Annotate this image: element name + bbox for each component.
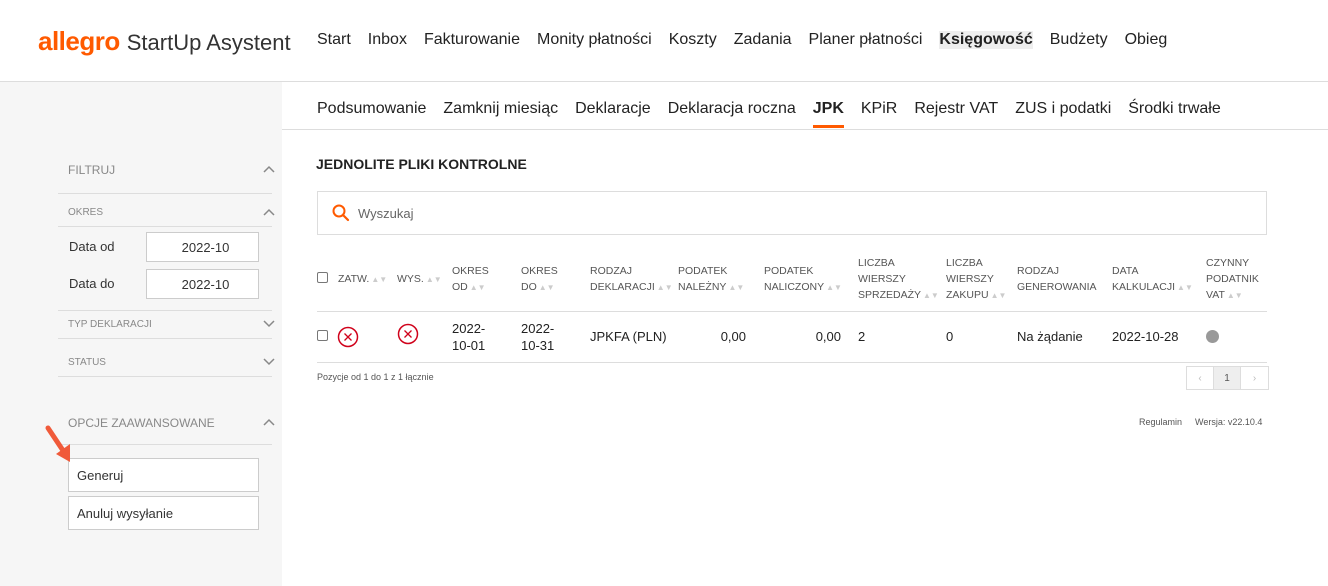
date-from-label: Data od (69, 239, 115, 254)
filter-section-header[interactable]: FILTRUJ (68, 163, 275, 177)
page-title: JEDNOLITE PLIKI KONTROLNE (316, 156, 527, 172)
date-from-input[interactable]: 2022-10 (146, 232, 259, 262)
divider (58, 338, 272, 339)
period-title: OKRES (68, 207, 104, 218)
row-checkbox[interactable] (317, 330, 328, 341)
app-logo[interactable]: allegro StartUp Asystent (38, 26, 291, 60)
col-generation-type[interactable]: RODZAJ GENEROWANIA (1017, 263, 1097, 295)
col-calculation-date[interactable]: DATA KALKULACJI ▲▼ (1112, 263, 1193, 296)
divider (58, 376, 272, 377)
main-nav-payment-reminders[interactable]: Monity płatności (537, 31, 652, 49)
next-page-button[interactable]: › (1241, 367, 1268, 389)
col-active-vat-payer[interactable]: CZYNNY PODATNIK VAT ▲▼ (1206, 255, 1259, 304)
chevron-down-icon[interactable] (263, 319, 275, 330)
row-calculation-date: 2022-10-28 (1112, 329, 1179, 344)
divider (58, 193, 272, 194)
chevron-down-icon[interactable] (263, 357, 275, 368)
terms-link[interactable]: Regulamin (1139, 417, 1182, 427)
col-declaration-type[interactable]: RODZAJ DEKLARACJI ▲▼ (590, 263, 673, 296)
advanced-options-header[interactable]: OPCJE ZAAWANSOWANE (68, 416, 275, 430)
period-section-header[interactable]: OKRES (68, 207, 275, 218)
generate-button[interactable]: Generuj (68, 458, 259, 492)
select-all-checkbox[interactable] (317, 272, 328, 283)
table-row-divider (317, 362, 1267, 363)
main-nav-invoicing[interactable]: Fakturowanie (424, 31, 520, 49)
search-icon (332, 204, 350, 222)
col-approved[interactable]: ZATW. ▲▼ (338, 271, 387, 288)
row-sales-rows: 2 (858, 329, 866, 344)
date-to-label: Data do (69, 276, 115, 291)
tab-close-month[interactable]: Zamknij miesiąc (443, 100, 558, 128)
main-nav-inbox[interactable]: Inbox (368, 31, 407, 49)
tab-annual-declaration[interactable]: Deklaracja roczna (668, 100, 796, 128)
row-tax-input: 0,00 (815, 329, 841, 344)
version-info: Wersja: v22.10.4 (1195, 417, 1263, 427)
main-nav-tasks[interactable]: Zadania (734, 31, 792, 49)
col-period-from[interactable]: OKRES OD ▲▼ (452, 263, 489, 296)
col-period-to[interactable]: OKRES DO ▲▼ (521, 263, 558, 296)
row-generation-type: Na żądanie (1017, 329, 1083, 344)
row-period-to: 2022- 10-31 (521, 321, 555, 353)
search-input[interactable] (358, 205, 1208, 221)
row-declaration-type: JPKFA (PLN) (590, 329, 667, 344)
row-period-from: 2022- 10-01 (452, 321, 486, 353)
tab-vat-register[interactable]: Rejestr VAT (914, 100, 998, 128)
main-nav-accounting[interactable]: Księgowość (939, 31, 1033, 49)
declaration-type-header[interactable]: TYP DEKLARACJI (68, 319, 275, 330)
tab-declarations[interactable]: Deklaracje (575, 100, 651, 128)
col-tax-due[interactable]: PODATEK NALEŻNY ▲▼ (678, 263, 744, 296)
row-purchase-rows: 0 (946, 329, 954, 344)
search-box[interactable] (317, 191, 1267, 235)
divider (58, 310, 272, 311)
chevron-up-icon[interactable] (263, 418, 275, 428)
row-tax-due: 0,00 (720, 329, 746, 344)
status-title: STATUS (68, 357, 106, 368)
filter-title: FILTRUJ (68, 163, 116, 177)
page-1-button[interactable]: 1 (1214, 367, 1241, 389)
active-vat-status-dot (1206, 330, 1219, 343)
main-nav-budgets[interactable]: Budżety (1050, 31, 1108, 49)
top-bar: allegro StartUp Asystent Start Inbox Fak… (0, 0, 1328, 82)
logo-app-name: StartUp Asystent (126, 30, 291, 55)
divider (58, 226, 272, 227)
pagination-info: Pozycje od 1 do 1 z 1 łącznie (317, 372, 434, 382)
logo-brand: allegro (38, 26, 120, 56)
pagination: ‹ 1 › (1186, 366, 1269, 390)
tab-jpk[interactable]: JPK (812, 100, 844, 128)
declaration-type-title: TYP DEKLARACJI (68, 319, 152, 330)
main-nav-payment-planner[interactable]: Planer płatności (809, 31, 923, 49)
arrow-annotation-icon (45, 425, 70, 462)
main-nav-workflow[interactable]: Obieg (1125, 31, 1168, 49)
date-to-input[interactable]: 2022-10 (146, 269, 259, 299)
main-nav-costs[interactable]: Koszty (669, 31, 717, 49)
col-sales-rows[interactable]: LICZBA WIERSZY SPRZEDAŻY ▲▼ (858, 255, 939, 304)
subnav-divider (282, 129, 1328, 130)
status-header[interactable]: STATUS (68, 357, 275, 368)
prev-page-button[interactable]: ‹ (1187, 367, 1214, 389)
divider (58, 444, 272, 445)
col-tax-input[interactable]: PODATEK NALICZONY ▲▼ (764, 263, 842, 296)
main-nav-start[interactable]: Start (317, 31, 351, 49)
cancel-sending-button[interactable]: Anuluj wysyłanie (68, 496, 259, 530)
not-approved-icon (337, 326, 359, 348)
not-sent-icon (397, 323, 419, 345)
chevron-up-icon[interactable] (263, 165, 275, 175)
tab-summary[interactable]: Podsumowanie (317, 100, 426, 128)
table-header-divider (317, 311, 1267, 312)
col-sent[interactable]: WYS. ▲▼ (397, 271, 442, 288)
chevron-up-icon[interactable] (263, 208, 275, 218)
tab-zus-taxes[interactable]: ZUS i podatki (1015, 100, 1111, 128)
col-purchase-rows[interactable]: LICZBA WIERSZY ZAKUPU ▲▼ (946, 255, 1006, 304)
sub-nav: Podsumowanie Zamknij miesiąc Deklaracje … (317, 100, 1238, 128)
tab-kpir[interactable]: KPiR (861, 100, 897, 128)
tab-fixed-assets[interactable]: Środki trwałe (1128, 100, 1220, 128)
main-nav: Start Inbox Fakturowanie Monity płatnośc… (317, 31, 1184, 49)
advanced-options-title: OPCJE ZAAWANSOWANE (68, 416, 215, 430)
